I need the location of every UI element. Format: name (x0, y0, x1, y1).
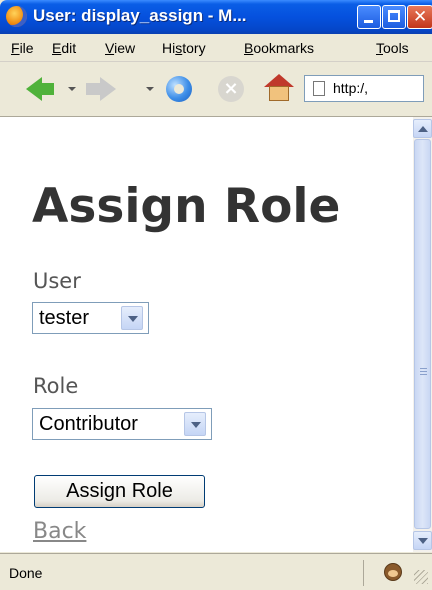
menu-edit-accel: E (52, 40, 62, 56)
window-title: User: display_assign - M... (33, 6, 247, 25)
user-select[interactable]: tester (32, 302, 149, 334)
menu-file[interactable]: File (11, 40, 34, 56)
maximize-button[interactable] (382, 5, 406, 29)
menu-tools[interactable]: Tools (376, 40, 409, 56)
scroll-thumb[interactable] (414, 139, 431, 529)
menu-bar: File Edit View History Bookmarks Tools (0, 34, 432, 62)
status-divider (363, 560, 364, 586)
menu-edit[interactable]: Edit (52, 40, 76, 56)
minimize-icon (364, 20, 373, 23)
greasemonkey-icon[interactable] (384, 563, 402, 581)
user-select-button[interactable] (121, 306, 143, 330)
role-select-value: Contributor (39, 413, 138, 435)
chevron-down-icon (418, 538, 428, 544)
menu-history[interactable]: History (162, 40, 206, 56)
user-select-value: tester (39, 307, 90, 329)
menu-bookmarks-label: ookmarks (253, 40, 315, 56)
resize-grip[interactable] (414, 570, 428, 584)
reload-icon[interactable] (166, 76, 192, 102)
menu-file-label: ile (19, 40, 34, 56)
role-select-button[interactable] (184, 412, 206, 436)
page-title: Assign Role (32, 179, 341, 234)
menu-edit-label: dit (61, 40, 77, 56)
forward-history-dropdown-icon[interactable] (146, 87, 154, 91)
menu-file-accel: F (11, 40, 20, 56)
grip-icon (420, 368, 427, 369)
minimize-button[interactable] (357, 5, 381, 29)
status-bar: Done (0, 553, 432, 590)
back-link[interactable]: Back (33, 519, 86, 544)
navigation-toolbar: × http:/, (0, 62, 432, 117)
page-content: Assign Role User tester Role Contributor… (0, 117, 413, 552)
home-body (269, 86, 289, 101)
page-icon (313, 81, 325, 96)
user-label: User (33, 269, 81, 293)
back-icon[interactable] (26, 77, 54, 101)
role-label: Role (33, 374, 79, 398)
vertical-scrollbar[interactable] (413, 117, 432, 552)
chevron-up-icon (418, 126, 428, 132)
address-dropdown[interactable] (426, 75, 432, 102)
close-button[interactable]: ✕ (407, 5, 432, 29)
chevron-down-icon (191, 422, 201, 428)
menu-bookmarks[interactable]: Bookmarks (244, 40, 314, 56)
address-bar[interactable]: http:/, (304, 75, 424, 102)
back-history-dropdown-icon[interactable] (68, 87, 76, 91)
stop-icon[interactable]: × (218, 76, 244, 102)
scroll-down-button[interactable] (413, 531, 432, 550)
assign-role-button[interactable]: Assign Role (34, 475, 205, 508)
menu-bookmarks-accel: B (244, 40, 254, 56)
forward-icon[interactable] (86, 77, 116, 101)
home-icon[interactable] (264, 74, 294, 102)
menu-history-pre: Hi (162, 40, 176, 56)
menu-history-label: tory (182, 40, 206, 56)
menu-tools-label: ools (383, 40, 409, 56)
role-select[interactable]: Contributor (32, 408, 212, 440)
menu-view[interactable]: View (105, 40, 135, 56)
menu-view-label: iew (114, 40, 136, 56)
scroll-up-button[interactable] (413, 119, 432, 138)
status-text: Done (9, 565, 43, 581)
close-icon: ✕ (413, 7, 428, 27)
browser-window: User: display_assign - M... ✕ File Edit … (0, 0, 432, 590)
chevron-down-icon (128, 316, 138, 322)
firefox-icon (6, 6, 27, 27)
maximize-icon (388, 10, 400, 22)
title-bar[interactable]: User: display_assign - M... ✕ (0, 0, 432, 34)
menu-tools-accel: T (376, 40, 383, 56)
address-text: http:/, (333, 80, 369, 96)
menu-view-accel: V (105, 40, 115, 56)
